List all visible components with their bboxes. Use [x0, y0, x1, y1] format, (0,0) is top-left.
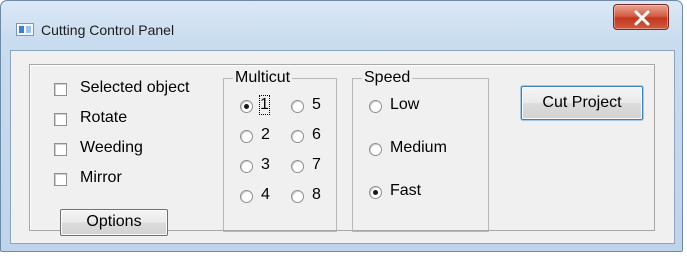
multicut-radio-7[interactable] [291, 160, 304, 173]
multicut-label-8[interactable]: 8 [312, 186, 321, 204]
multicut-label-5[interactable]: 5 [312, 96, 321, 114]
multicut-radio-6[interactable] [291, 130, 304, 143]
selected-object-checkbox[interactable] [54, 83, 67, 96]
multicut-radio-2[interactable] [240, 130, 253, 143]
multicut-radio-5[interactable] [291, 100, 304, 113]
window-title: Cutting Control Panel [41, 22, 175, 38]
dialog-window: Cutting Control Panel Selected object Ro… [0, 0, 683, 252]
multicut-label-4[interactable]: 4 [261, 186, 270, 204]
options-button[interactable]: Options [60, 209, 168, 236]
speed-fast-label[interactable]: Fast [390, 182, 421, 200]
rotate-label[interactable]: Rotate [80, 109, 127, 127]
multicut-label-3[interactable]: 3 [261, 156, 270, 174]
multicut-radio-8[interactable] [291, 190, 304, 203]
speed-medium-label[interactable]: Medium [390, 139, 447, 157]
multicut-radio-3[interactable] [240, 160, 253, 173]
multicut-label-2[interactable]: 2 [261, 126, 270, 144]
selected-object-label[interactable]: Selected object [80, 79, 189, 97]
multicut-label-7[interactable]: 7 [312, 156, 321, 174]
close-button[interactable] [613, 4, 669, 30]
multicut-group-title: Multicut [233, 69, 293, 87]
multicut-radio-4[interactable] [240, 190, 253, 203]
client-area: Selected object Rotate Weeding Mirror Op… [10, 50, 675, 244]
title-bar[interactable]: Cutting Control Panel [1, 1, 682, 41]
speed-fast-radio[interactable] [369, 186, 382, 199]
weeding-label[interactable]: Weeding [80, 139, 143, 157]
weeding-checkbox[interactable] [54, 143, 67, 156]
multicut-label-6[interactable]: 6 [312, 126, 321, 144]
mirror-checkbox[interactable] [54, 173, 67, 186]
mirror-label[interactable]: Mirror [80, 169, 122, 187]
rotate-checkbox[interactable] [54, 113, 67, 126]
close-icon [634, 10, 650, 26]
speed-group-title: Speed [362, 69, 413, 87]
multicut-radio-1[interactable] [240, 100, 253, 113]
speed-medium-radio[interactable] [369, 143, 382, 156]
speed-low-radio[interactable] [369, 100, 382, 113]
panel-frame: Selected object Rotate Weeding Mirror Op… [29, 64, 655, 236]
cut-project-button[interactable]: Cut Project [521, 86, 643, 120]
speed-low-label[interactable]: Low [390, 96, 419, 114]
multicut-label-1[interactable]: 1 [259, 95, 270, 115]
app-window-icon [16, 23, 34, 36]
